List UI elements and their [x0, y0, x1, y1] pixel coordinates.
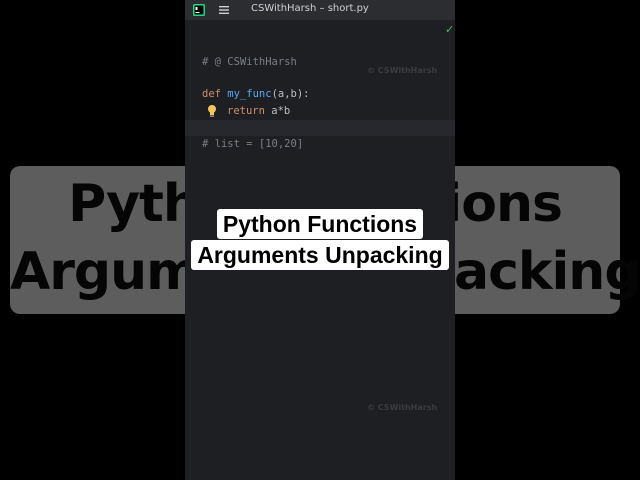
code-comment: # @ CSWithHarsh [202, 56, 297, 68]
code-line-1: # @ CSWithHarsh [185, 38, 455, 68]
watermark: © CSWithHarsh [367, 66, 438, 75]
watermark: © CSWithHarsh [367, 403, 438, 412]
video-frame: Python Functions Arguments Unpacking CSW… [0, 0, 640, 480]
caption-line2: Arguments Unpacking [191, 240, 449, 270]
code-line-4: # list = [10,20] [185, 120, 455, 150]
keyword-return: return [227, 105, 265, 117]
code-comment: # list = [10,20] [202, 138, 304, 150]
title-bar: CSWithHarsh – short.py [185, 0, 455, 20]
window-title: CSWithHarsh – short.py [251, 3, 369, 14]
pycharm-icon[interactable] [193, 4, 205, 16]
return-expression: a*b [271, 105, 291, 117]
caption-line2-wrap: Arguments Unpacking [0, 240, 640, 270]
lightbulb-icon[interactable] [206, 104, 218, 118]
hamburger-menu-icon[interactable] [218, 4, 230, 16]
checkmark-icon[interactable]: ✓ [445, 23, 454, 36]
caption-line1: Python Functions [216, 209, 424, 239]
caption-line1-wrap: Python Functions [0, 209, 640, 239]
code-line-3: return a*b [185, 87, 455, 117]
